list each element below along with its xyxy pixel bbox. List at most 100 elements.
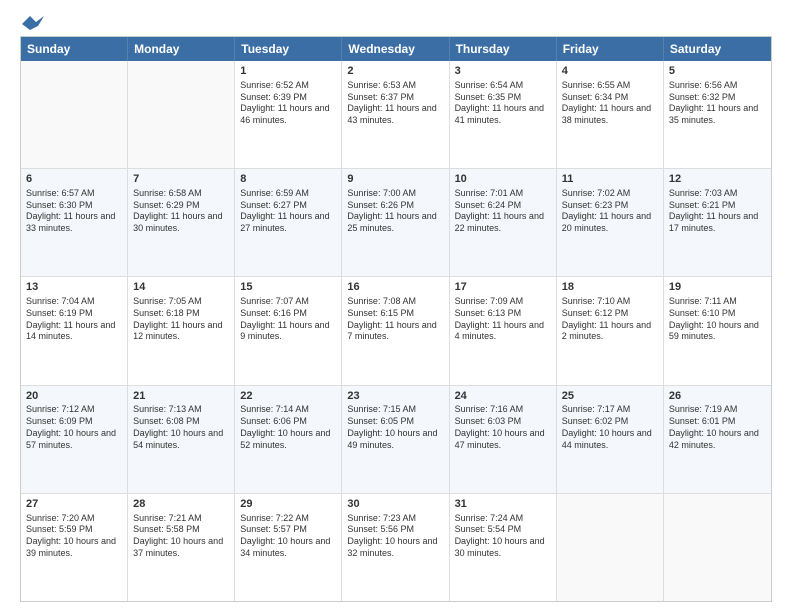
day-cell-3: 3Sunrise: 6:54 AM Sunset: 6:35 PM Daylig… — [450, 61, 557, 168]
day-info: Sunrise: 6:58 AM Sunset: 6:29 PM Dayligh… — [133, 188, 229, 235]
day-number: 25 — [562, 389, 658, 404]
day-cell-26: 26Sunrise: 7:19 AM Sunset: 6:01 PM Dayli… — [664, 386, 771, 493]
day-number: 21 — [133, 389, 229, 404]
day-cell-22: 22Sunrise: 7:14 AM Sunset: 6:06 PM Dayli… — [235, 386, 342, 493]
day-info: Sunrise: 7:10 AM Sunset: 6:12 PM Dayligh… — [562, 296, 658, 343]
day-info: Sunrise: 7:08 AM Sunset: 6:15 PM Dayligh… — [347, 296, 443, 343]
day-info: Sunrise: 7:19 AM Sunset: 6:01 PM Dayligh… — [669, 404, 766, 451]
day-number: 23 — [347, 389, 443, 404]
day-number: 26 — [669, 389, 766, 404]
day-info: Sunrise: 7:17 AM Sunset: 6:02 PM Dayligh… — [562, 404, 658, 451]
day-number: 18 — [562, 280, 658, 295]
day-info: Sunrise: 7:22 AM Sunset: 5:57 PM Dayligh… — [240, 513, 336, 560]
logo-bird-icon — [22, 16, 44, 32]
day-cell-5: 5Sunrise: 6:56 AM Sunset: 6:32 PM Daylig… — [664, 61, 771, 168]
day-info: Sunrise: 7:11 AM Sunset: 6:10 PM Dayligh… — [669, 296, 766, 343]
day-cell-6: 6Sunrise: 6:57 AM Sunset: 6:30 PM Daylig… — [21, 169, 128, 276]
day-info: Sunrise: 7:03 AM Sunset: 6:21 PM Dayligh… — [669, 188, 766, 235]
day-info: Sunrise: 7:09 AM Sunset: 6:13 PM Dayligh… — [455, 296, 551, 343]
day-info: Sunrise: 6:54 AM Sunset: 6:35 PM Dayligh… — [455, 80, 551, 127]
day-number: 11 — [562, 172, 658, 187]
day-cell-24: 24Sunrise: 7:16 AM Sunset: 6:03 PM Dayli… — [450, 386, 557, 493]
day-cell-19: 19Sunrise: 7:11 AM Sunset: 6:10 PM Dayli… — [664, 277, 771, 384]
day-info: Sunrise: 6:59 AM Sunset: 6:27 PM Dayligh… — [240, 188, 336, 235]
day-cell-14: 14Sunrise: 7:05 AM Sunset: 6:18 PM Dayli… — [128, 277, 235, 384]
day-info: Sunrise: 6:57 AM Sunset: 6:30 PM Dayligh… — [26, 188, 122, 235]
day-number: 31 — [455, 497, 551, 512]
header-day-monday: Monday — [128, 37, 235, 61]
logo — [20, 16, 44, 28]
header-day-saturday: Saturday — [664, 37, 771, 61]
day-info: Sunrise: 7:07 AM Sunset: 6:16 PM Dayligh… — [240, 296, 336, 343]
day-info: Sunrise: 7:02 AM Sunset: 6:23 PM Dayligh… — [562, 188, 658, 235]
calendar: SundayMondayTuesdayWednesdayThursdayFrid… — [20, 36, 772, 602]
day-info: Sunrise: 7:16 AM Sunset: 6:03 PM Dayligh… — [455, 404, 551, 451]
day-cell-16: 16Sunrise: 7:08 AM Sunset: 6:15 PM Dayli… — [342, 277, 449, 384]
empty-cell — [664, 494, 771, 601]
day-cell-28: 28Sunrise: 7:21 AM Sunset: 5:58 PM Dayli… — [128, 494, 235, 601]
day-number: 19 — [669, 280, 766, 295]
day-number: 17 — [455, 280, 551, 295]
day-cell-13: 13Sunrise: 7:04 AM Sunset: 6:19 PM Dayli… — [21, 277, 128, 384]
day-cell-29: 29Sunrise: 7:22 AM Sunset: 5:57 PM Dayli… — [235, 494, 342, 601]
calendar-row-4: 20Sunrise: 7:12 AM Sunset: 6:09 PM Dayli… — [21, 385, 771, 493]
day-number: 3 — [455, 64, 551, 79]
day-number: 9 — [347, 172, 443, 187]
calendar-row-5: 27Sunrise: 7:20 AM Sunset: 5:59 PM Dayli… — [21, 493, 771, 601]
day-cell-7: 7Sunrise: 6:58 AM Sunset: 6:29 PM Daylig… — [128, 169, 235, 276]
day-cell-18: 18Sunrise: 7:10 AM Sunset: 6:12 PM Dayli… — [557, 277, 664, 384]
header-day-tuesday: Tuesday — [235, 37, 342, 61]
header-day-wednesday: Wednesday — [342, 37, 449, 61]
day-cell-10: 10Sunrise: 7:01 AM Sunset: 6:24 PM Dayli… — [450, 169, 557, 276]
day-cell-20: 20Sunrise: 7:12 AM Sunset: 6:09 PM Dayli… — [21, 386, 128, 493]
day-cell-4: 4Sunrise: 6:55 AM Sunset: 6:34 PM Daylig… — [557, 61, 664, 168]
day-cell-12: 12Sunrise: 7:03 AM Sunset: 6:21 PM Dayli… — [664, 169, 771, 276]
day-info: Sunrise: 7:12 AM Sunset: 6:09 PM Dayligh… — [26, 404, 122, 451]
page: SundayMondayTuesdayWednesdayThursdayFrid… — [0, 0, 792, 612]
day-number: 20 — [26, 389, 122, 404]
day-number: 4 — [562, 64, 658, 79]
day-info: Sunrise: 7:00 AM Sunset: 6:26 PM Dayligh… — [347, 188, 443, 235]
header-day-sunday: Sunday — [21, 37, 128, 61]
day-cell-11: 11Sunrise: 7:02 AM Sunset: 6:23 PM Dayli… — [557, 169, 664, 276]
day-info: Sunrise: 6:52 AM Sunset: 6:39 PM Dayligh… — [240, 80, 336, 127]
day-cell-23: 23Sunrise: 7:15 AM Sunset: 6:05 PM Dayli… — [342, 386, 449, 493]
day-cell-21: 21Sunrise: 7:13 AM Sunset: 6:08 PM Dayli… — [128, 386, 235, 493]
day-info: Sunrise: 7:21 AM Sunset: 5:58 PM Dayligh… — [133, 513, 229, 560]
day-number: 22 — [240, 389, 336, 404]
day-info: Sunrise: 6:56 AM Sunset: 6:32 PM Dayligh… — [669, 80, 766, 127]
day-cell-9: 9Sunrise: 7:00 AM Sunset: 6:26 PM Daylig… — [342, 169, 449, 276]
day-number: 6 — [26, 172, 122, 187]
day-number: 7 — [133, 172, 229, 187]
day-info: Sunrise: 7:15 AM Sunset: 6:05 PM Dayligh… — [347, 404, 443, 451]
day-number: 13 — [26, 280, 122, 295]
day-info: Sunrise: 7:13 AM Sunset: 6:08 PM Dayligh… — [133, 404, 229, 451]
day-number: 1 — [240, 64, 336, 79]
day-cell-1: 1Sunrise: 6:52 AM Sunset: 6:39 PM Daylig… — [235, 61, 342, 168]
day-number: 14 — [133, 280, 229, 295]
day-number: 16 — [347, 280, 443, 295]
day-number: 5 — [669, 64, 766, 79]
header-day-friday: Friday — [557, 37, 664, 61]
day-info: Sunrise: 7:14 AM Sunset: 6:06 PM Dayligh… — [240, 404, 336, 451]
day-cell-25: 25Sunrise: 7:17 AM Sunset: 6:02 PM Dayli… — [557, 386, 664, 493]
day-cell-31: 31Sunrise: 7:24 AM Sunset: 5:54 PM Dayli… — [450, 494, 557, 601]
day-info: Sunrise: 7:24 AM Sunset: 5:54 PM Dayligh… — [455, 513, 551, 560]
calendar-row-2: 6Sunrise: 6:57 AM Sunset: 6:30 PM Daylig… — [21, 168, 771, 276]
day-number: 10 — [455, 172, 551, 187]
day-number: 12 — [669, 172, 766, 187]
day-info: Sunrise: 6:53 AM Sunset: 6:37 PM Dayligh… — [347, 80, 443, 127]
day-number: 30 — [347, 497, 443, 512]
calendar-row-3: 13Sunrise: 7:04 AM Sunset: 6:19 PM Dayli… — [21, 276, 771, 384]
day-info: Sunrise: 7:04 AM Sunset: 6:19 PM Dayligh… — [26, 296, 122, 343]
day-number: 15 — [240, 280, 336, 295]
day-cell-17: 17Sunrise: 7:09 AM Sunset: 6:13 PM Dayli… — [450, 277, 557, 384]
day-number: 8 — [240, 172, 336, 187]
day-cell-30: 30Sunrise: 7:23 AM Sunset: 5:56 PM Dayli… — [342, 494, 449, 601]
day-info: Sunrise: 7:20 AM Sunset: 5:59 PM Dayligh… — [26, 513, 122, 560]
day-cell-27: 27Sunrise: 7:20 AM Sunset: 5:59 PM Dayli… — [21, 494, 128, 601]
day-info: Sunrise: 6:55 AM Sunset: 6:34 PM Dayligh… — [562, 80, 658, 127]
header-day-thursday: Thursday — [450, 37, 557, 61]
empty-cell — [557, 494, 664, 601]
day-number: 2 — [347, 64, 443, 79]
